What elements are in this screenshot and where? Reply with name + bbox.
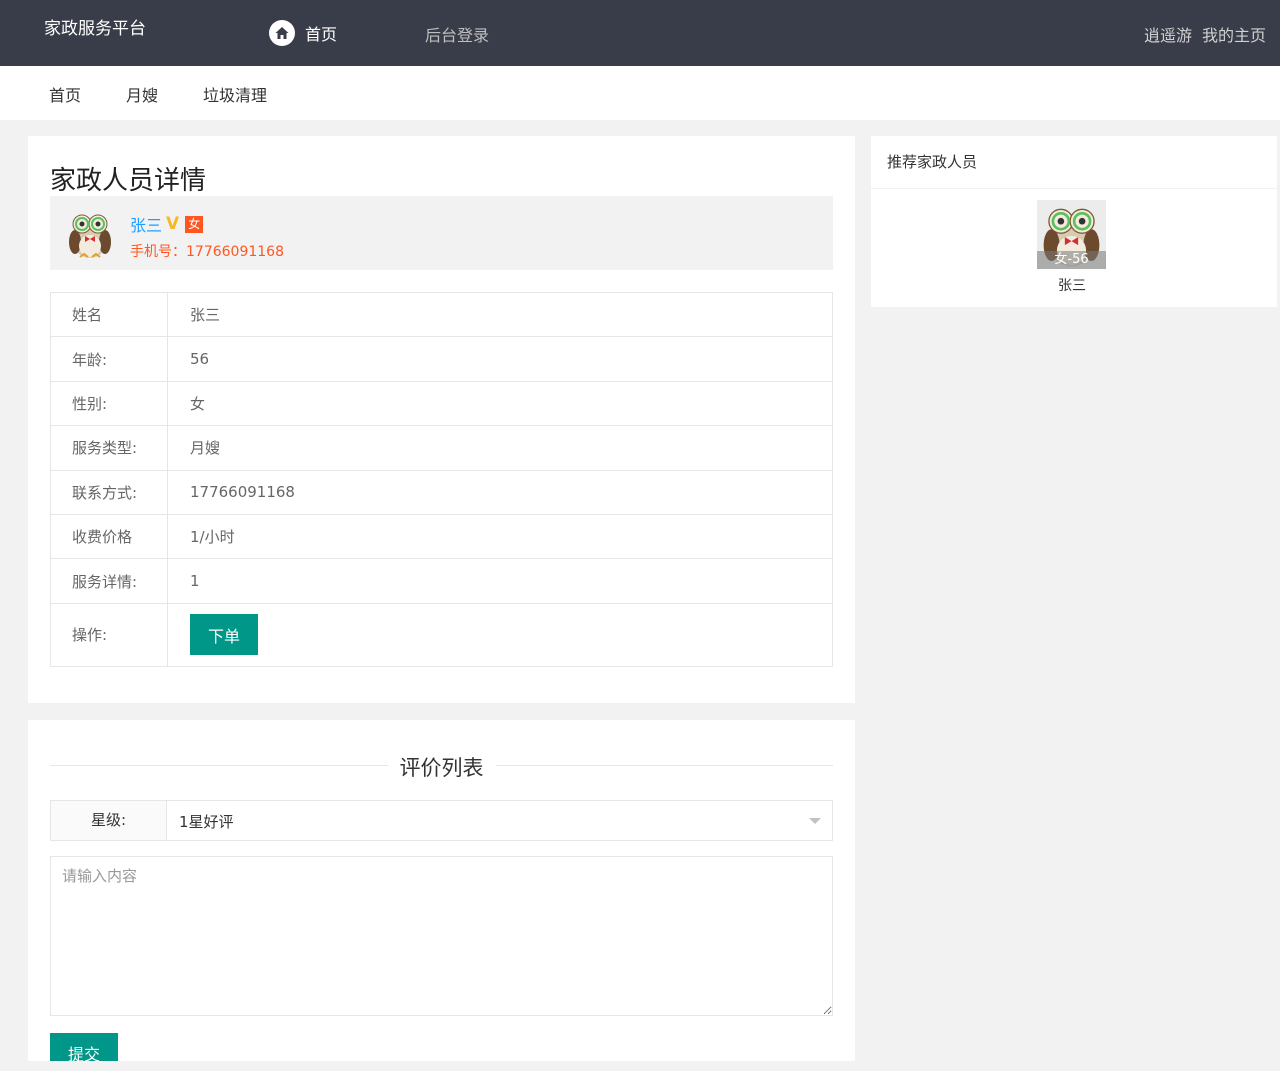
row-value: 月嫂 [167,425,833,471]
row-label: 操作: [50,602,168,667]
category-nav: 首页 月嫂 垃圾清理 [0,66,1280,120]
recommend-title: 推荐家政人员 [871,136,1277,189]
table-row: 性别: 女 [50,380,833,427]
review-content-input[interactable] [50,856,833,1016]
user-menu: 逍遥游 我的主页 [1134,22,1266,46]
sex-badge: 女 [185,215,204,233]
worker-phone: 手机号：17766091168 [130,241,284,261]
row-label: 联系方式: [50,469,168,515]
nav-admin-login-link[interactable]: 后台登录 [425,22,489,46]
my-home-link[interactable]: 我的主页 [1202,26,1266,45]
row-value: 1 [167,558,833,604]
table-row: 服务详情: 1 [50,558,833,604]
row-value: 张三 [167,291,833,338]
category-item-home[interactable]: 首页 [49,82,81,106]
row-label: 性别: [50,380,168,427]
row-value: 下单 [167,602,833,667]
recommend-card: 推荐家政人员 女-56 张三 [871,136,1277,307]
page-title: 家政人员详情 [50,166,207,196]
recommend-tag: 女-56 [1037,251,1106,269]
recommend-name[interactable]: 张三 [1037,275,1107,295]
star-select[interactable]: 1星好评 [179,811,234,832]
category-item-garbage[interactable]: 垃圾清理 [203,82,267,106]
row-label: 收费价格 [50,513,168,560]
owl-avatar [69,214,111,258]
worker-name-link[interactable]: 张三 [130,212,162,236]
phone-label: 手机号： [130,244,186,260]
table-row: 姓名 张三 [50,291,833,338]
table-row: 服务类型: 月嫂 [50,425,833,471]
category-item-yuesao[interactable]: 月嫂 [126,82,158,106]
order-button[interactable]: 下单 [190,614,258,656]
row-value: 56 [167,336,833,382]
table-row: 联系方式: 17766091168 [50,469,833,515]
worker-name-row: 张三 V 女 [130,212,204,236]
table-row: 年龄: 56 [50,336,833,382]
brand-logo[interactable]: 家政服务平台 [44,14,146,39]
verified-badge: V [166,214,180,234]
row-label: 服务详情: [50,558,168,604]
row-value: 1/小时 [167,513,833,560]
star-rating-row: 星级: 1星好评 [50,800,833,841]
star-label: 星级: [51,801,167,840]
worker-info-table: 姓名 张三 年龄: 56 性别: 女 服务类型: 月嫂 联系方式: 17766091168… [50,291,833,667]
username-link[interactable]: 逍遥游 [1144,26,1192,45]
worker-profile: 张三 V 女 手机号：17766091168 [50,196,833,270]
row-label: 服务类型: [50,425,168,471]
nav-home-label: 首页 [305,25,338,44]
review-title: 评价列表 [50,752,833,782]
row-label: 年龄: [50,336,168,382]
submit-button[interactable]: 提交 [50,1033,118,1061]
review-card: 评价列表 星级: 1星好评 提交 [28,720,855,1061]
top-navbar: 家政服务平台 首页 后台登录 逍遥游 我的主页 [0,0,1280,66]
recommend-item[interactable]: 女-56 张三 [1037,200,1107,295]
review-header: 评价列表 [50,752,833,780]
chevron-down-icon[interactable] [809,818,821,824]
nav-home-link[interactable]: 首页 [269,20,337,46]
recommend-thumb[interactable]: 女-56 [1037,200,1106,269]
row-value: 女 [167,380,833,427]
table-row: 收费价格 1/小时 [50,513,833,560]
home-icon [269,20,295,46]
row-value: 17766091168 [167,469,833,515]
table-row-operation: 操作: 下单 [50,602,833,667]
row-label: 姓名 [50,291,168,338]
phone-value: 17766091168 [186,244,284,260]
review-title-text: 评价列表 [387,756,496,780]
worker-detail-card: 家政人员详情 张三 V 女 手机号：17766091168 姓名 张三 年龄: … [28,136,855,703]
